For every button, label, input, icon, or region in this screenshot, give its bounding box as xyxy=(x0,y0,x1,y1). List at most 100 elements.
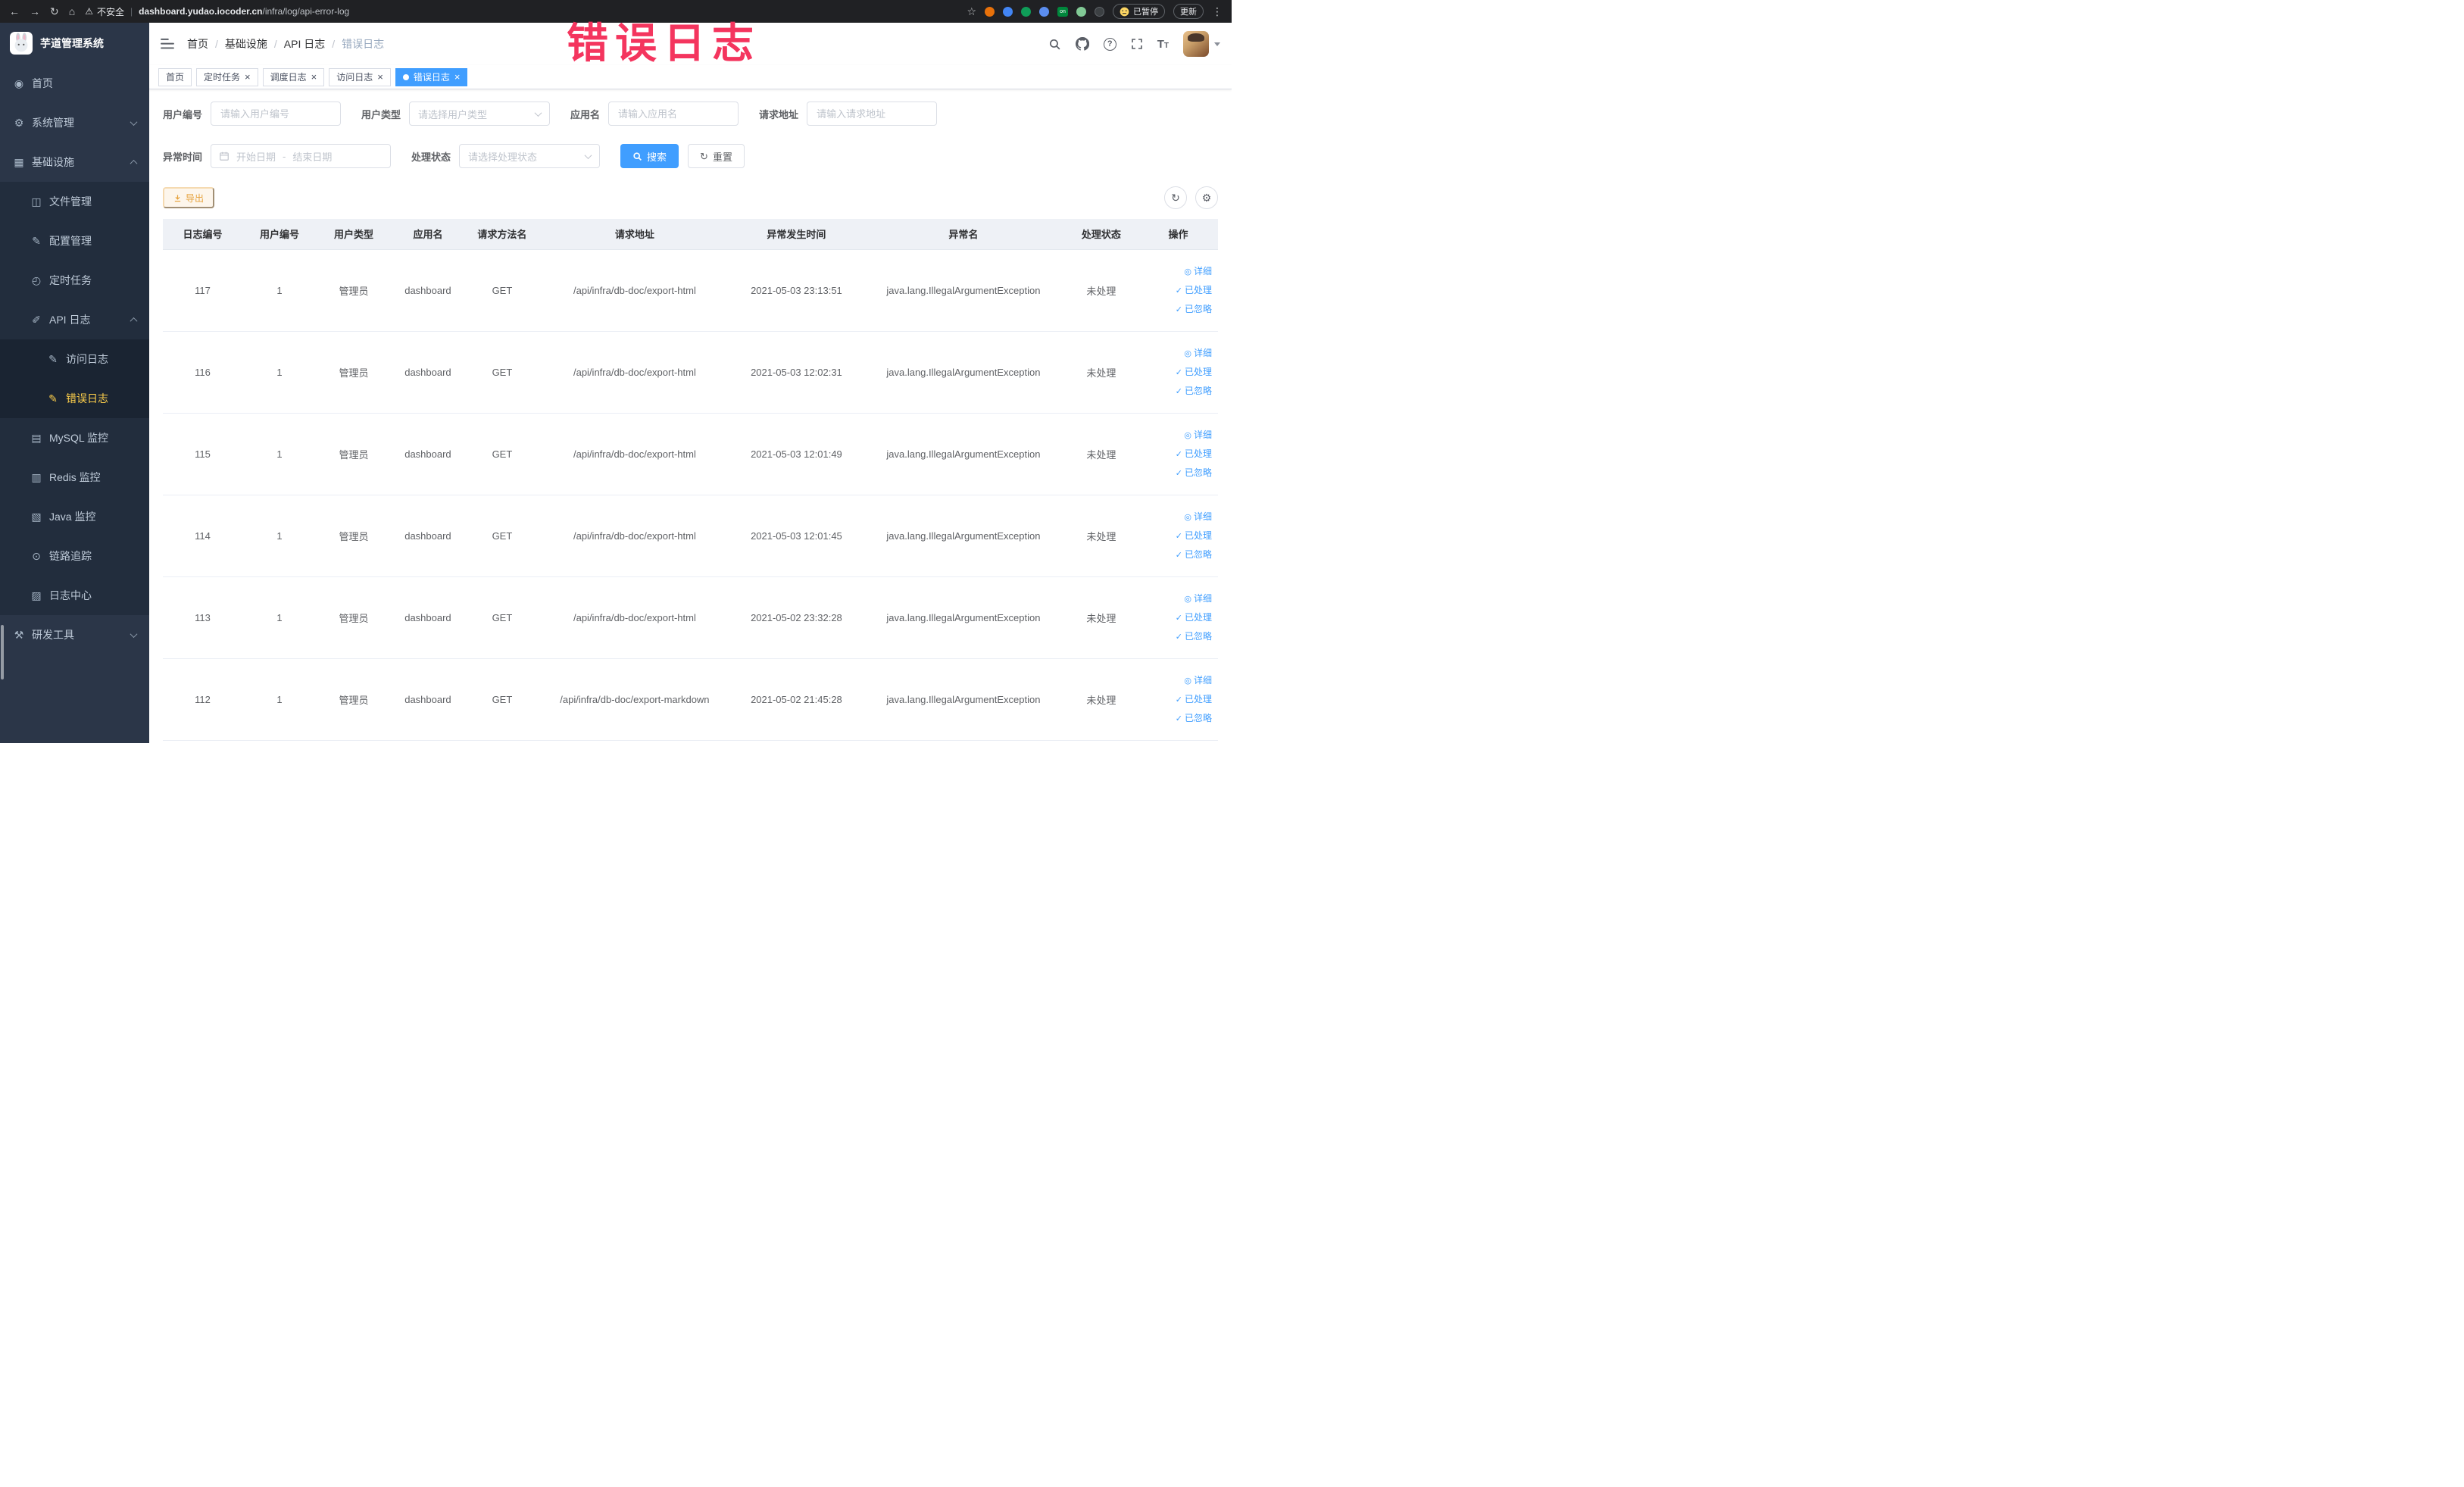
extension-icon[interactable]: on xyxy=(1057,6,1068,17)
sidebar-item-log-center[interactable]: ▨ 日志中心 xyxy=(0,576,149,615)
sidebar-item-home[interactable]: ◉ 首页 xyxy=(0,64,149,103)
main-area: 首页 / 基础设施 / API 日志 / 错误日志 ? TT 首页 定时任务 ×… xyxy=(149,23,1232,743)
processed-link[interactable]: ✓ 已处理 xyxy=(1141,445,1212,464)
tab-home[interactable]: 首页 xyxy=(158,67,192,86)
font-size-icon[interactable]: TT xyxy=(1157,39,1169,50)
update-button[interactable]: 更新 xyxy=(1173,4,1204,19)
ignored-link[interactable]: ✓ 已忽略 xyxy=(1141,300,1212,319)
sidebar-item-access-log[interactable]: ✎ 访问日志 xyxy=(0,339,149,379)
sidebar-item-infra[interactable]: ▦ 基础设施 xyxy=(0,142,149,182)
processed-link[interactable]: ✓ 已处理 xyxy=(1141,608,1212,627)
sidebar-item-java-monitor[interactable]: ▧ Java 监控 xyxy=(0,497,149,536)
processed-link[interactable]: ✓ 已处理 xyxy=(1141,690,1212,709)
sidebar-item-scheduled-jobs[interactable]: ◴ 定时任务 xyxy=(0,261,149,300)
address-bar[interactable]: ⚠ 不安全 | dashboard.yudao.iocoder.cn/infra… xyxy=(85,5,957,18)
ignored-link[interactable]: ✓ 已忽略 xyxy=(1141,709,1212,728)
sidebar-item-redis-monitor[interactable]: ▥ Redis 监控 xyxy=(0,458,149,497)
page-url[interactable]: dashboard.yudao.iocoder.cn/infra/log/api… xyxy=(139,6,349,17)
tools-icon: ⚒ xyxy=(14,628,24,641)
redis-icon: ▥ xyxy=(31,470,42,483)
user-id-input[interactable] xyxy=(211,102,342,126)
detail-link[interactable]: ◎ 详细 xyxy=(1141,589,1212,608)
request-url-input[interactable] xyxy=(807,102,938,126)
date-range-picker[interactable]: 开始日期 - 结束日期 xyxy=(211,144,392,168)
ignored-link[interactable]: ✓ 已忽略 xyxy=(1141,627,1212,646)
detail-link[interactable]: ◎ 详细 xyxy=(1141,344,1212,363)
sidebar-item-system[interactable]: ⚙ 系统管理 xyxy=(0,103,149,142)
sidebar-item-file-manage[interactable]: ◫ 文件管理 xyxy=(0,182,149,221)
sidebar-item-error-log[interactable]: ✎ 错误日志 xyxy=(0,379,149,418)
back-icon[interactable]: ← xyxy=(9,6,20,17)
breadcrumb-api-log[interactable]: API 日志 xyxy=(284,36,325,52)
detail-link[interactable]: ◎ 详细 xyxy=(1141,426,1212,445)
sidebar-item-tracing[interactable]: ⊙ 链路追踪 xyxy=(0,536,149,576)
sidebar-item-mysql-monitor[interactable]: ▤ MySQL 监控 xyxy=(0,418,149,458)
breadcrumb-home[interactable]: 首页 xyxy=(187,36,208,52)
gear-icon: ⚙ xyxy=(14,116,24,129)
help-icon[interactable]: ? xyxy=(1103,37,1116,51)
extension-icon[interactable] xyxy=(1095,6,1104,17)
close-icon[interactable]: × xyxy=(245,72,251,82)
search-button[interactable]: 搜索 xyxy=(620,144,679,168)
ignored-link[interactable]: ✓ 已忽略 xyxy=(1141,545,1212,564)
breadcrumb-infra[interactable]: 基础设施 xyxy=(225,36,267,52)
tab-error-log[interactable]: 错误日志 × xyxy=(395,67,468,86)
close-icon[interactable]: × xyxy=(311,72,317,82)
bookmark-star-icon[interactable]: ☆ xyxy=(967,6,976,17)
check-icon: ✓ xyxy=(1175,695,1182,704)
github-icon[interactable] xyxy=(1075,37,1089,51)
extension-icon[interactable] xyxy=(1039,6,1049,17)
cell-status: 未处理 xyxy=(1063,331,1138,414)
close-icon[interactable]: × xyxy=(454,72,461,82)
extension-icon[interactable] xyxy=(1003,6,1013,17)
sidebar-item-label: 研发工具 xyxy=(32,629,74,641)
close-icon[interactable]: × xyxy=(377,72,383,82)
sidebar-item-api-log[interactable]: ✐ API 日志 xyxy=(0,300,149,339)
tab-scheduled-jobs[interactable]: 定时任务 × xyxy=(196,67,258,86)
cell-exception-name: java.lang.IllegalArgumentException xyxy=(862,331,1064,414)
paused-badge[interactable]: 已暂停 xyxy=(1113,4,1165,19)
app-name-input[interactable] xyxy=(608,102,739,126)
ignored-link[interactable]: ✓ 已忽略 xyxy=(1141,382,1212,401)
forward-icon[interactable]: → xyxy=(30,6,40,17)
export-button[interactable]: 导出 xyxy=(163,187,215,208)
detail-link[interactable]: ◎ 详细 xyxy=(1141,262,1212,281)
logo[interactable]: 芋道管理系统 xyxy=(0,23,149,64)
home-icon[interactable]: ⌂ xyxy=(69,6,75,17)
processed-link[interactable]: ✓ 已处理 xyxy=(1141,526,1212,545)
app-title: 芋道管理系统 xyxy=(40,37,104,49)
cell-user-type: 管理员 xyxy=(316,495,391,577)
breadcrumb: 首页 / 基础设施 / API 日志 / 错误日志 xyxy=(187,36,384,52)
sidebar-item-dev-tools[interactable]: ⚒ 研发工具 xyxy=(0,615,149,654)
extension-icon[interactable] xyxy=(1076,6,1086,17)
reset-button[interactable]: ↻ 重置 xyxy=(688,144,745,168)
sidebar-scrollbar[interactable] xyxy=(1,625,4,679)
ignored-link[interactable]: ✓ 已忽略 xyxy=(1141,464,1212,483)
column-settings-button[interactable]: ⚙ xyxy=(1195,186,1218,209)
reload-icon[interactable]: ↻ xyxy=(50,6,59,17)
detail-link[interactable]: ◎ 详细 xyxy=(1141,508,1212,526)
user-menu[interactable] xyxy=(1183,31,1220,57)
extension-icon[interactable] xyxy=(1021,6,1031,17)
process-status-select[interactable]: 请选择处理状态 xyxy=(459,144,601,168)
infra-icon: ▦ xyxy=(14,155,24,168)
tab-access-log[interactable]: 访问日志 × xyxy=(329,67,391,86)
extension-icon[interactable] xyxy=(985,6,995,17)
browser-menu-icon[interactable]: ⋮ xyxy=(1212,6,1223,17)
detail-link[interactable]: ◎ 详细 xyxy=(1141,671,1212,690)
refresh-button[interactable]: ↻ xyxy=(1164,186,1187,209)
active-tab-dot xyxy=(402,73,409,80)
processed-link[interactable]: ✓ 已处理 xyxy=(1141,281,1212,300)
file-icon: ◫ xyxy=(31,195,42,208)
sidebar-item-config-manage[interactable]: ✎ 配置管理 xyxy=(0,221,149,261)
tab-schedule-log[interactable]: 调度日志 × xyxy=(262,67,325,86)
search-icon[interactable] xyxy=(1048,38,1061,51)
log-center-icon: ▨ xyxy=(31,589,42,601)
hamburger-icon[interactable] xyxy=(161,38,174,50)
avatar[interactable] xyxy=(1183,31,1209,57)
col-actions: 操作 xyxy=(1138,219,1218,250)
processed-link[interactable]: ✓ 已处理 xyxy=(1141,363,1212,382)
user-type-select[interactable]: 请选择用户类型 xyxy=(409,102,551,126)
fullscreen-icon[interactable] xyxy=(1131,38,1143,50)
security-status[interactable]: ⚠ 不安全 xyxy=(85,5,124,18)
